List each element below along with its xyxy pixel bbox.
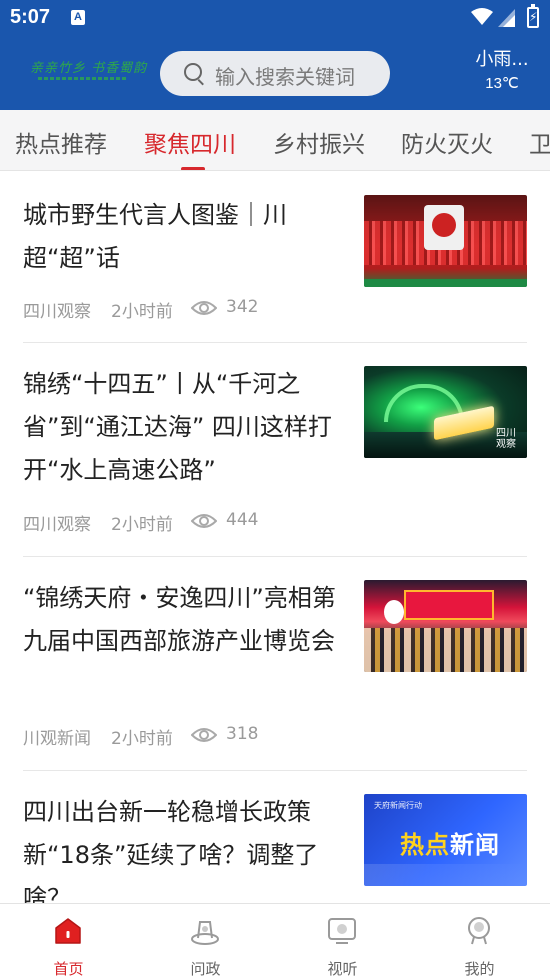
search-placeholder: 输入搜索关键词 (215, 65, 355, 89)
nav-media[interactable]: 视听 (274, 904, 411, 980)
news-source: 川观新闻 (23, 729, 91, 749)
status-bar: 5:07 A ⚡ (0, 0, 550, 36)
news-time: 2小时前 (111, 302, 173, 322)
view-count-eye-icon (191, 514, 217, 528)
weather-widget[interactable]: 小雨... 13℃ (462, 48, 542, 96)
news-list: 城市野生代言人图鉴｜川超“超”话 四川观察 2小时前 342 锦绣“十四五”丨从… (0, 171, 550, 903)
thumbnail-badge: 天府新闻行动 (374, 801, 422, 810)
nav-profile[interactable]: 我的 (411, 904, 548, 980)
logo-subline (38, 77, 128, 80)
search-icon (184, 63, 202, 81)
view-count-eye-icon (191, 301, 217, 315)
battery-icon: ⚡ (527, 4, 539, 28)
search-box[interactable]: 输入搜索关键词 (160, 51, 390, 96)
tab-rural-revitalization[interactable]: 乡村振兴 (273, 125, 365, 159)
tab-health[interactable]: 卫 (529, 125, 550, 159)
news-source: 四川观察 (23, 515, 91, 535)
home-icon (55, 918, 81, 944)
list-divider (23, 556, 527, 557)
tab-focus-sichuan[interactable]: 聚焦四川 (144, 125, 236, 159)
news-time: 2小时前 (111, 729, 173, 749)
app-logo[interactable]: 亲亲竹乡 书香蜀韵 (30, 57, 146, 85)
news-views: 318 (226, 724, 259, 744)
logo-text: 亲亲竹乡 书香蜀韵 (30, 61, 148, 76)
view-count-eye-icon (191, 728, 217, 742)
bottom-navigation: 首页 问政 视听 我的 (0, 903, 550, 979)
news-views: 342 (226, 297, 259, 317)
weather-condition: 小雨... (475, 49, 529, 70)
nav-media-label: 视听 (327, 960, 358, 978)
thumbnail-watermark: 四川观察 (496, 428, 516, 450)
tab-fire-prevention[interactable]: 防火灭火 (401, 125, 493, 159)
nav-inquiry[interactable]: 问政 (137, 904, 274, 980)
news-title: “锦绣天府・安逸四川”亮相第九届中国西部旅游产业博览会 (23, 584, 336, 655)
top-app-bar: 5:07 A ⚡ 亲亲竹乡 书香蜀韵 输入搜索关键词 小雨... 13℃ (0, 0, 550, 110)
tab-hot-recommend[interactable]: 热点推荐 (15, 125, 107, 159)
nav-profile-label: 我的 (464, 960, 495, 978)
status-time: 5:07 (10, 6, 51, 28)
news-title: 四川出台新一轮稳增长政策新“18条”延续了啥？调整了啥？ (23, 798, 319, 903)
media-icon (328, 918, 356, 944)
signal-icon (498, 9, 515, 27)
news-title: 城市野生代言人图鉴｜川超“超”话 (23, 201, 287, 272)
news-thumbnail-hot-news: 天府新闻行动 热点新闻 (364, 794, 527, 886)
list-divider (23, 770, 527, 771)
news-thumbnail-expo-booth (364, 580, 527, 672)
thumbnail-headline: 热点新闻 (400, 831, 500, 859)
wifi-icon (471, 8, 493, 25)
inquiry-icon (191, 921, 219, 945)
news-views: 444 (226, 510, 259, 530)
nav-inquiry-label: 问政 (190, 960, 221, 978)
news-time: 2小时前 (111, 515, 173, 535)
nav-home[interactable]: 首页 (0, 904, 137, 980)
profile-icon (468, 917, 490, 945)
news-title: 锦绣“十四五”丨从“千河之省”到“通江达海” 四川这样打开“水上高速公路” (23, 370, 332, 484)
news-thumbnail-night-boat: 四川观察 (364, 366, 527, 458)
category-tabs: 热点推荐 聚焦四川 乡村振兴 防火灭火 卫 (0, 110, 550, 171)
nav-home-label: 首页 (53, 960, 84, 978)
weather-temperature: 13℃ (485, 75, 519, 92)
news-source: 四川观察 (23, 302, 91, 322)
list-divider (23, 342, 527, 343)
notification-a-icon: A (71, 10, 85, 25)
news-thumbnail-football-crowd (364, 195, 527, 287)
